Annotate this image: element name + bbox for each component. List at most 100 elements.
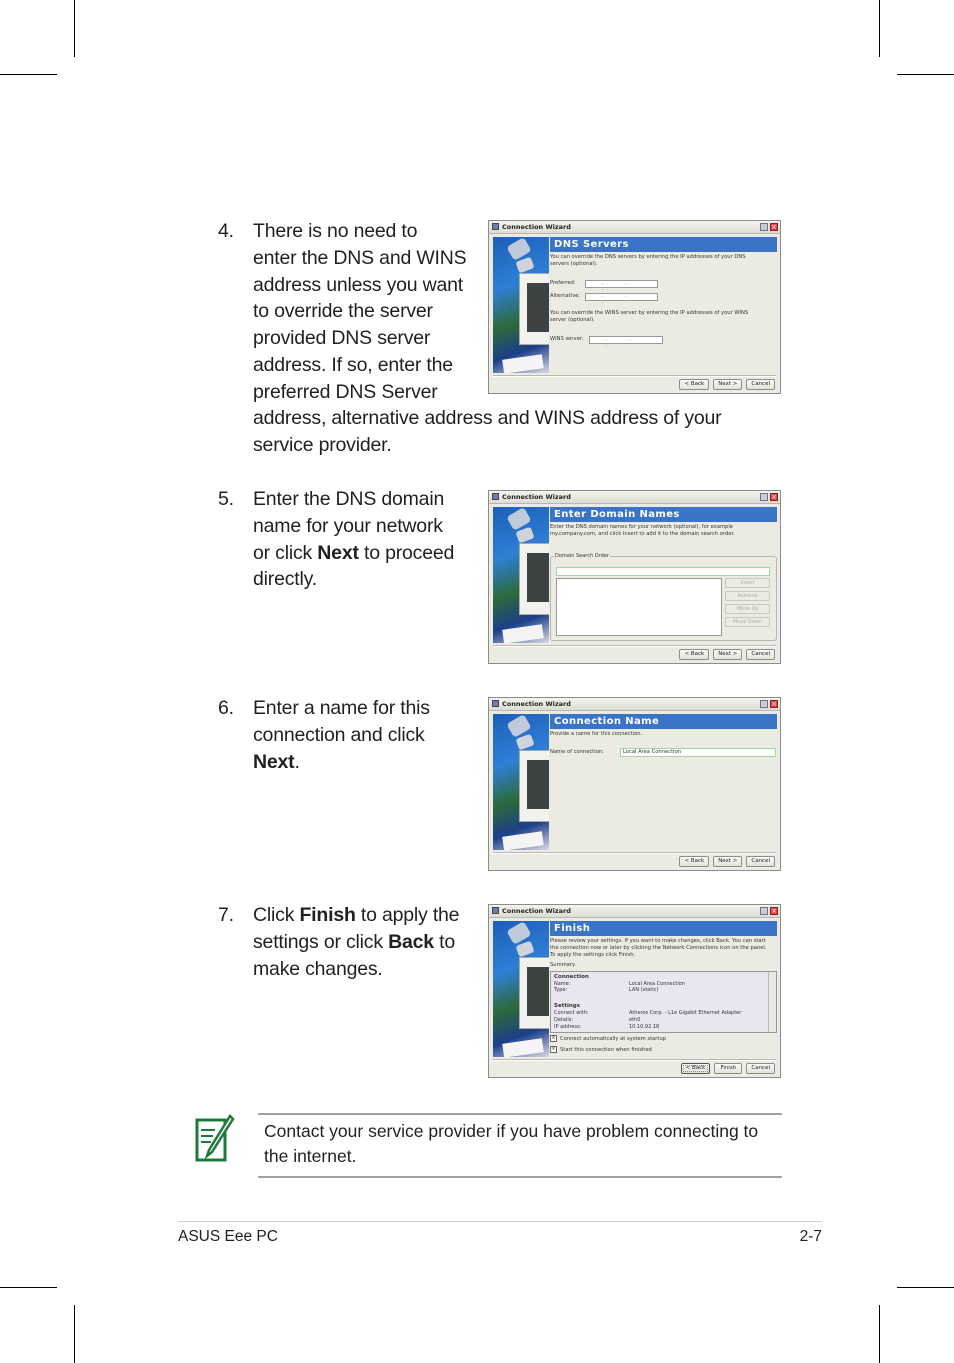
step-number: 6. — [218, 697, 234, 719]
start-connection-checkbox[interactable]: × Start this connection when finished — [550, 1046, 652, 1054]
wins-server-field[interactable]: . . . — [589, 336, 663, 348]
checkbox-checked-icon[interactable]: × — [550, 1035, 557, 1042]
app-icon — [492, 223, 499, 230]
step-line: address. If so, enter the — [253, 353, 453, 376]
wizard-finish: Connection Wizard × Finish Please review… — [488, 904, 781, 1078]
back-emphasis: Back — [388, 930, 434, 953]
summary-key: Connect with: — [554, 1010, 589, 1016]
summary-value: Atheros Corp. - L1e Gigabit Ethernet Ada… — [629, 1010, 742, 1016]
maximize-icon[interactable] — [760, 223, 768, 231]
step-7: 7. Click Finish to apply the settings or… — [218, 902, 488, 982]
cancel-button[interactable]: Cancel — [746, 1063, 775, 1074]
maximize-icon[interactable] — [760, 493, 768, 501]
move-up-button[interactable]: Move Up — [725, 604, 770, 614]
crop-mark — [0, 1287, 57, 1288]
summary-value: eth0 — [629, 1017, 641, 1023]
step-line: Click Finish to apply the — [253, 904, 460, 926]
finish-button[interactable]: Finish — [714, 1063, 743, 1074]
back-button[interactable]: < Back — [679, 856, 710, 867]
remove-button[interactable]: Remove — [725, 591, 770, 601]
maximize-icon[interactable] — [760, 700, 768, 708]
wizard-heading: DNS Servers — [550, 237, 777, 252]
next-emphasis: Next — [253, 750, 295, 773]
wins-description: You can override the WINS server by ente… — [550, 310, 749, 323]
cancel-button[interactable]: Cancel — [746, 856, 775, 867]
connection-name-label: Name of connection: — [550, 749, 604, 755]
step-line: provided DNS server — [253, 327, 431, 350]
step-line: connection and click — [253, 723, 425, 746]
note-text: Contact your service provider if you hav… — [264, 1121, 759, 1166]
step-line: address unless you want — [253, 273, 464, 296]
preferred-dns-field[interactable]: . . . — [585, 280, 658, 292]
wizard-heading: Enter Domain Names — [550, 507, 777, 522]
step-line: There is no need to — [253, 220, 418, 242]
close-icon[interactable]: × — [770, 493, 778, 501]
close-icon[interactable]: × — [770, 700, 778, 708]
wizard-dns-servers: Connection Wizard × DNS Servers You can … — [488, 220, 781, 394]
wizard-side-image — [493, 237, 549, 373]
window-title: Connection Wizard — [502, 493, 571, 501]
summary-scrollbar[interactable] — [768, 972, 776, 1032]
next-button[interactable]: Next > — [713, 856, 743, 867]
insert-button[interactable]: Insert — [725, 578, 770, 588]
footer-product-name: ASUS Eee PC — [178, 1228, 278, 1245]
wins-label: WINS server: — [550, 336, 584, 342]
domain-input[interactable] — [556, 567, 770, 576]
divider — [493, 852, 776, 854]
note-pencil-icon — [195, 1113, 235, 1162]
step-5: 5. Enter the DNS domain name for your ne… — [218, 486, 488, 593]
wizard-description: You can override the DNS servers by ente… — [550, 254, 746, 267]
preferred-label: Preferred: — [550, 280, 576, 286]
wizard-description: Enter the DNS domain names for your netw… — [550, 524, 735, 537]
step-number: 7. — [218, 904, 234, 926]
step-4-continuation: address, alternative address and WINS ad… — [253, 405, 773, 459]
step-line: directly. — [253, 568, 317, 591]
summary-label: Summary — [550, 962, 576, 968]
title-bar: Connection Wizard × — [489, 491, 780, 504]
summary-value: 10.10.92.18 — [629, 1024, 660, 1030]
connect-auto-checkbox[interactable]: × Connect automatically at system startup — [550, 1035, 666, 1043]
connection-name-input[interactable]: Local Area Connection — [620, 748, 776, 757]
summary-section: Connection — [554, 974, 589, 980]
crop-mark — [74, 0, 75, 57]
checkbox-checked-icon[interactable]: × — [550, 1046, 557, 1053]
next-button[interactable]: Next > — [713, 649, 743, 660]
wizard-description: Please review your settings. If you want… — [550, 938, 767, 958]
back-button[interactable]: < Back — [679, 379, 710, 390]
title-bar: Connection Wizard × — [489, 905, 780, 918]
alternative-label: Alternative: — [550, 293, 581, 299]
close-icon[interactable]: × — [770, 907, 778, 915]
crop-mark — [879, 1305, 880, 1363]
cancel-button[interactable]: Cancel — [746, 649, 775, 660]
step-line: Next. — [253, 750, 300, 773]
cancel-button[interactable]: Cancel — [746, 379, 775, 390]
step-line: preferred DNS Server — [253, 380, 438, 403]
back-button[interactable]: < Back — [680, 1063, 711, 1074]
step-line: enter the DNS and WINS — [253, 246, 467, 269]
page-number: 2-7 — [799, 1228, 822, 1245]
move-down-button[interactable]: Move Down — [725, 617, 770, 627]
back-button[interactable]: < Back — [679, 649, 710, 660]
step-line: service provider. — [253, 433, 392, 456]
next-button[interactable]: Next > — [713, 379, 743, 390]
title-bar: Connection Wizard × — [489, 221, 780, 234]
step-4: 4. There is no need to enter the DNS and… — [218, 218, 488, 406]
wizard-heading: Finish — [550, 921, 777, 936]
connection-name-value: Local Area Connection — [623, 749, 682, 755]
app-icon — [492, 907, 499, 914]
window-title: Connection Wizard — [502, 223, 571, 231]
step-line: to override the server — [253, 300, 433, 323]
summary-box[interactable]: Connection Name: Local Area Connection T… — [550, 971, 777, 1033]
maximize-icon[interactable] — [760, 907, 768, 915]
close-icon[interactable]: × — [770, 223, 778, 231]
app-icon — [492, 493, 499, 500]
step-line: name for your network — [253, 514, 443, 537]
window-title: Connection Wizard — [502, 907, 571, 915]
alternative-dns-field[interactable]: . . . — [585, 293, 658, 305]
domain-list[interactable] — [556, 578, 722, 636]
crop-mark — [74, 1305, 75, 1363]
finish-emphasis: Finish — [299, 904, 356, 926]
crop-mark — [0, 74, 57, 75]
wizard-side-image — [493, 921, 549, 1057]
summary-key: Details: — [554, 1017, 574, 1023]
